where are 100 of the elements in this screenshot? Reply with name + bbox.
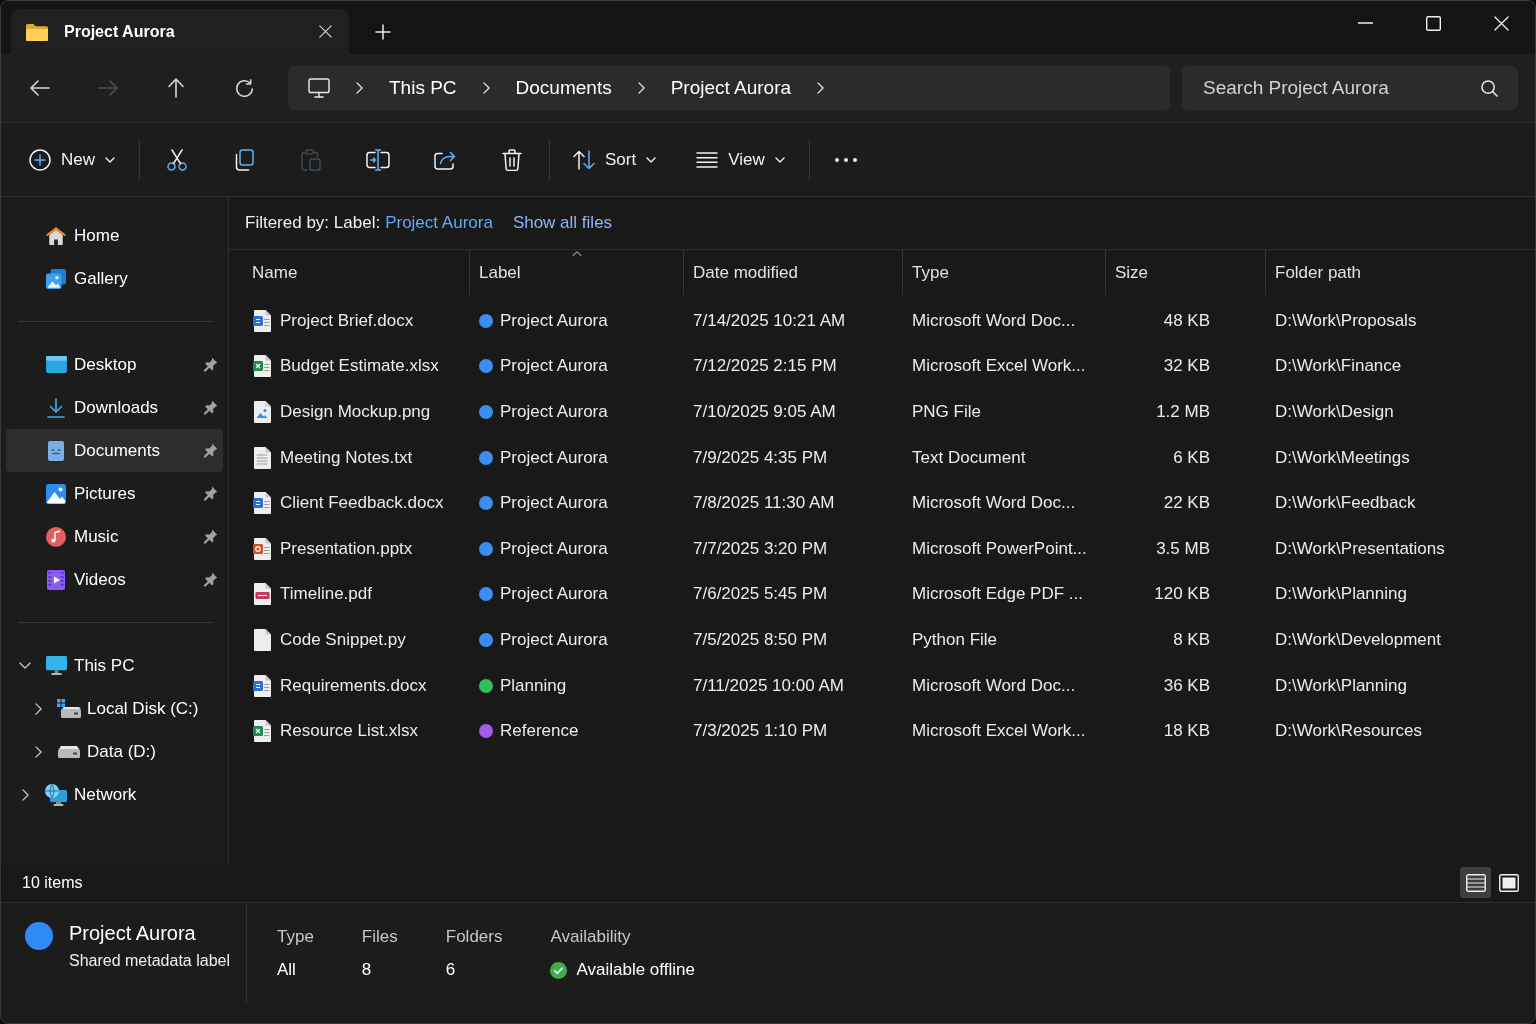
folder-path: D:\Work\Design bbox=[1275, 402, 1394, 422]
date-modified: 7/8/2025 11:30 AM bbox=[693, 493, 835, 514]
breadcrumb-item[interactable]: Documents bbox=[515, 77, 612, 99]
chevron-right-icon[interactable] bbox=[21, 788, 29, 801]
sidebar-item[interactable]: Home bbox=[6, 214, 223, 257]
label-name: Project Aurora bbox=[500, 538, 608, 559]
blank-file-icon bbox=[253, 628, 271, 651]
sidebar-item[interactable]: Data (D:) bbox=[6, 730, 223, 773]
date-modified: 7/6/2025 5:45 PM bbox=[693, 584, 828, 605]
close-icon bbox=[1493, 15, 1509, 31]
chevron-right-icon bbox=[637, 82, 645, 94]
folder-path: D:\Work\Presentations bbox=[1275, 538, 1445, 559]
picture-icon bbox=[46, 483, 66, 504]
property-label: Availability bbox=[550, 926, 632, 948]
sidebar-item[interactable]: Desktop bbox=[6, 343, 223, 386]
label-name: Project Aurora bbox=[500, 584, 608, 605]
file-type: Microsoft Edge PDF ... bbox=[912, 584, 1083, 605]
sidebar-item[interactable]: Downloads bbox=[6, 386, 223, 429]
sidebar-item[interactable]: Local Disk (C:) bbox=[6, 687, 223, 730]
file-type: Microsoft Word Doc... bbox=[912, 310, 1076, 331]
chevron-right-icon[interactable] bbox=[34, 702, 42, 715]
search-field[interactable]: Search Project Aurora bbox=[1182, 66, 1518, 110]
file-type: Text Document bbox=[912, 447, 1026, 468]
folder-path: D:\Work\Development bbox=[1275, 629, 1441, 650]
date-modified: 7/14/2025 10:21 AM bbox=[693, 310, 846, 331]
chevron-right-icon[interactable] bbox=[34, 745, 42, 758]
search-icon bbox=[1481, 79, 1498, 97]
file-size: 8 KB bbox=[1173, 629, 1210, 650]
minimize-icon bbox=[1357, 22, 1373, 24]
spreadsheet-file-icon bbox=[253, 355, 271, 378]
breadcrumb-item[interactable]: This PC bbox=[389, 77, 457, 99]
file-name: Project Brief.docx bbox=[280, 310, 414, 331]
file-name: Design Mockup.png bbox=[280, 402, 431, 422]
filter-value-link[interactable]: Project Aurora bbox=[385, 213, 493, 233]
sidebar-item[interactable]: Network bbox=[6, 773, 223, 816]
details-view-icon bbox=[1465, 873, 1486, 892]
presentation-file-icon bbox=[253, 537, 271, 560]
close-icon bbox=[318, 25, 332, 38]
folder-path: D:\Work\Planning bbox=[1275, 584, 1407, 605]
date-modified: 7/10/2025 9:05 AM bbox=[693, 402, 836, 422]
file-name: Meeting Notes.txt bbox=[280, 447, 413, 468]
new-button[interactable]: New bbox=[9, 137, 135, 182]
label-name: Project Aurora bbox=[500, 310, 608, 331]
chevron-down-icon[interactable] bbox=[19, 662, 31, 669]
column-header[interactable]: Folder path bbox=[1265, 250, 1535, 295]
label-name: Project Aurora bbox=[500, 629, 608, 650]
monitor-icon bbox=[308, 78, 330, 98]
property-label: Type bbox=[277, 926, 314, 948]
sidebar-item[interactable]: Pictures bbox=[6, 472, 223, 515]
video-icon bbox=[47, 569, 65, 590]
column-header[interactable]: Size bbox=[1105, 250, 1265, 295]
tiles-view-icon bbox=[1498, 873, 1519, 892]
pdf-file-icon bbox=[253, 583, 271, 606]
sidebar-item[interactable]: Gallery bbox=[6, 257, 223, 300]
property-value: Available offline bbox=[576, 959, 695, 981]
sidebar-item[interactable]: This PC bbox=[6, 644, 223, 687]
sort-button[interactable]: Sort bbox=[553, 137, 677, 182]
date-modified: 7/5/2025 8:50 PM bbox=[693, 629, 828, 650]
hard-drive-icon bbox=[58, 745, 80, 758]
column-header[interactable]: Type bbox=[902, 250, 1105, 295]
file-type: Microsoft Excel Work... bbox=[912, 356, 1086, 377]
view-button[interactable]: View bbox=[676, 137, 805, 182]
details-view-button[interactable] bbox=[1460, 867, 1491, 898]
breadcrumb-item[interactable]: Project Aurora bbox=[670, 77, 792, 99]
column-header[interactable]: Name bbox=[229, 250, 469, 295]
sidebar-item[interactable]: Documents bbox=[6, 429, 223, 472]
column-header[interactable]: Date modified bbox=[683, 250, 902, 295]
show-all-files-link[interactable]: Show all files bbox=[512, 213, 613, 233]
document-file-icon bbox=[253, 492, 271, 515]
address-bar[interactable]: This PC Documents Project Aurora bbox=[288, 66, 1170, 110]
plus-icon bbox=[375, 23, 391, 40]
file-name: Requirements.docx bbox=[280, 675, 427, 696]
file-name: Code Snippet.py bbox=[280, 629, 406, 650]
file-size: 22 KB bbox=[1163, 493, 1210, 514]
network-icon bbox=[45, 783, 67, 806]
chevron-right-icon bbox=[482, 82, 490, 94]
file-size: 6 KB bbox=[1173, 447, 1210, 468]
label-name: Planning bbox=[500, 675, 567, 696]
file-name: Budget Estimate.xlsx bbox=[280, 356, 439, 377]
music-note-icon bbox=[46, 526, 66, 547]
folder-path: D:\Work\Feedback bbox=[1275, 493, 1416, 514]
document-file-icon bbox=[253, 309, 271, 332]
date-modified: 7/9/2025 4:35 PM bbox=[693, 447, 828, 468]
sidebar-item[interactable]: Music bbox=[6, 515, 223, 558]
filter-label: Filtered by: Label: bbox=[245, 213, 381, 233]
date-modified: 7/12/2025 2:15 PM bbox=[693, 356, 837, 377]
label-name: Project Aurora bbox=[500, 493, 608, 514]
sidebar-item[interactable]: Videos bbox=[6, 558, 223, 601]
tab[interactable]: Project Aurora bbox=[11, 9, 349, 54]
file-size: 32 KB bbox=[1163, 356, 1210, 377]
item-count: 10 items bbox=[22, 873, 83, 892]
file-size: 18 KB bbox=[1163, 721, 1210, 742]
file-size: 48 KB bbox=[1163, 310, 1210, 331]
image-file-icon bbox=[253, 401, 271, 423]
chevron-right-icon bbox=[817, 82, 825, 94]
download-icon bbox=[47, 397, 65, 418]
folder-path: D:\Work\Meetings bbox=[1275, 447, 1410, 468]
folder-path: D:\Work\Proposals bbox=[1275, 310, 1417, 331]
column-header[interactable]: Label bbox=[469, 250, 683, 295]
document-file-icon bbox=[253, 674, 271, 697]
